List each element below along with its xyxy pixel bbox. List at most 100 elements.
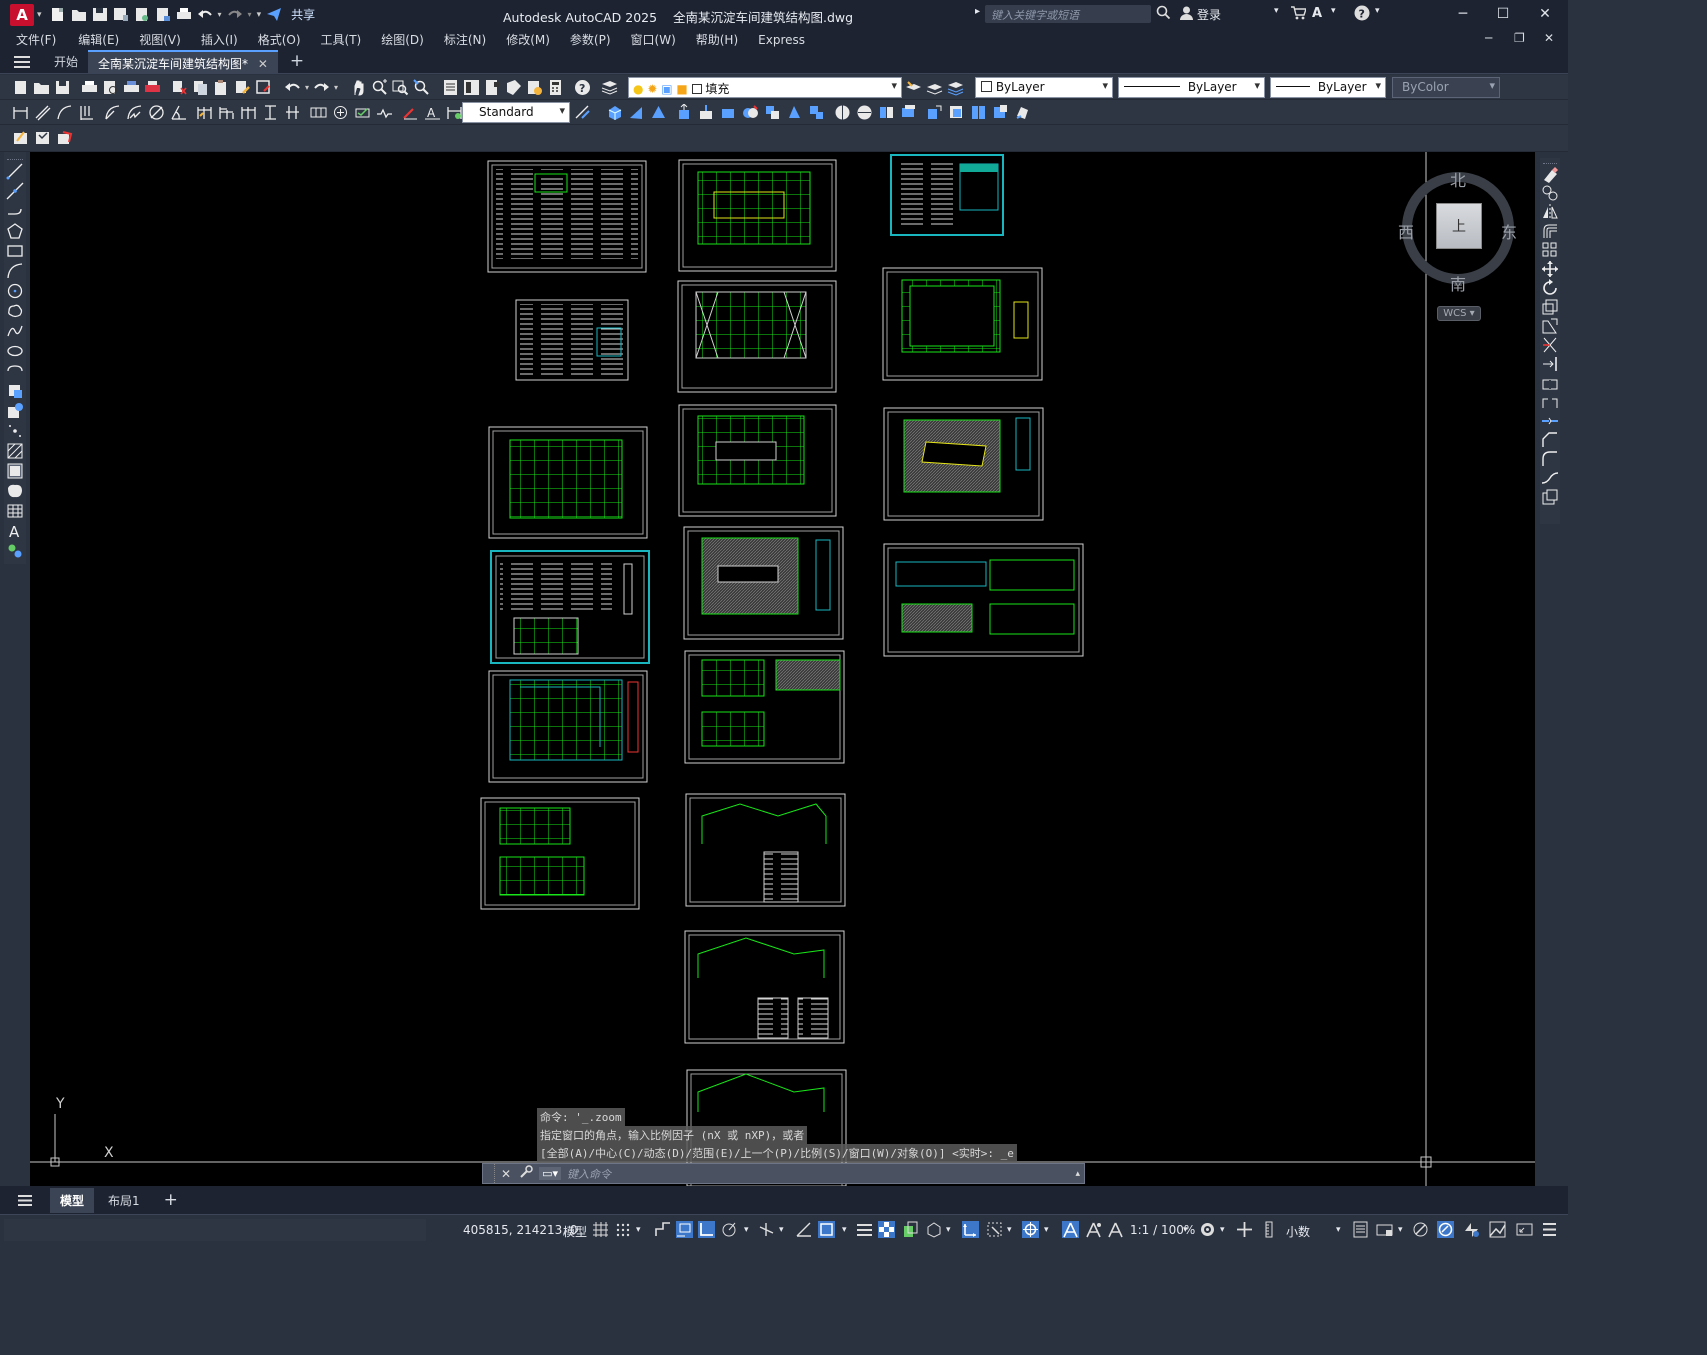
linetype-dropdown[interactable]: ByLayer ▾ bbox=[1118, 77, 1265, 98]
blend-curves-icon[interactable] bbox=[1541, 469, 1559, 487]
sheet-column-layout-plan[interactable] bbox=[488, 670, 648, 783]
clean-screen-icon[interactable] bbox=[1489, 1221, 1506, 1238]
break-at-point-icon[interactable] bbox=[1541, 374, 1559, 392]
share-label[interactable]: 共享 bbox=[291, 6, 315, 23]
selection-cycling-icon[interactable] bbox=[902, 1221, 919, 1238]
arc-length-icon[interactable] bbox=[56, 104, 73, 121]
block-attribute-manager-icon[interactable] bbox=[34, 129, 51, 146]
layer-lock-icon[interactable]: ■ bbox=[676, 82, 687, 96]
subtract-icon[interactable] bbox=[764, 104, 781, 121]
match-properties-icon[interactable] bbox=[234, 79, 251, 96]
search-expand-icon[interactable]: ▸ bbox=[975, 6, 980, 17]
sheet-floor-plan[interactable] bbox=[678, 159, 837, 272]
layer-sun-icon[interactable]: ✹ bbox=[647, 82, 657, 96]
wedge-icon[interactable] bbox=[628, 104, 645, 121]
menu-dimension[interactable]: 标注(N) bbox=[444, 31, 486, 48]
menu-tools[interactable]: 工具(T) bbox=[321, 31, 362, 48]
isolate-objects-icon[interactable] bbox=[1412, 1221, 1429, 1238]
layer-previous-icon[interactable] bbox=[926, 79, 943, 96]
rectangle-icon[interactable] bbox=[6, 242, 24, 260]
annotation-scale-icon[interactable] bbox=[1107, 1221, 1124, 1238]
add-selected-icon[interactable] bbox=[6, 542, 24, 560]
extend-icon[interactable] bbox=[1541, 355, 1559, 373]
save-icon[interactable] bbox=[92, 7, 108, 22]
annotation-scale-dropdown-icon[interactable]: ▾ bbox=[1183, 1225, 1188, 1235]
lineweight-dropdown-arrow-icon[interactable]: ▾ bbox=[1375, 79, 1381, 92]
help-dropdown-icon[interactable]: ▾ bbox=[1375, 6, 1380, 16]
shell-icon[interactable] bbox=[970, 104, 987, 121]
section-plane-icon[interactable] bbox=[834, 104, 851, 121]
help-icon[interactable]: ? bbox=[1354, 5, 1370, 24]
login-button[interactable]: 登录 bbox=[1197, 6, 1221, 23]
trim-icon[interactable] bbox=[1541, 336, 1559, 354]
revolve-icon[interactable] bbox=[856, 104, 873, 121]
stretch-icon[interactable] bbox=[1541, 317, 1559, 335]
tab-start[interactable]: 开始 bbox=[44, 50, 88, 73]
continue-dimension-icon[interactable] bbox=[240, 104, 257, 121]
layer-freeze-icon[interactable]: ▣ bbox=[661, 82, 672, 96]
plot-icon[interactable] bbox=[176, 7, 192, 22]
autodesk-account-icon[interactable]: A bbox=[1312, 6, 1322, 21]
undo-toolbar-dropdown-icon[interactable]: ▾ bbox=[305, 79, 309, 96]
command-close-icon[interactable]: ✕ bbox=[501, 1167, 511, 1181]
plot-preview-icon[interactable] bbox=[102, 79, 119, 96]
customization-menu-icon[interactable] bbox=[1541, 1221, 1558, 1238]
extrude-icon[interactable] bbox=[676, 103, 693, 121]
snap-mode-icon[interactable] bbox=[614, 1221, 631, 1238]
menubar-close-icon[interactable]: ✕ bbox=[1544, 31, 1554, 45]
dynamic-ucs-icon[interactable] bbox=[962, 1221, 979, 1238]
separate-icon[interactable] bbox=[992, 104, 1009, 121]
markup-set-manager-icon[interactable] bbox=[526, 79, 543, 96]
color-dropdown-arrow-icon[interactable]: ▾ bbox=[1102, 79, 1108, 92]
properties-icon[interactable] bbox=[442, 79, 459, 96]
close-window-button[interactable]: ✕ bbox=[1536, 6, 1554, 22]
sheet-general-notes-1[interactable] bbox=[487, 160, 647, 273]
menu-draw[interactable]: 绘图(D) bbox=[381, 31, 424, 48]
array-icon[interactable] bbox=[1541, 241, 1559, 259]
help-toolbar-icon[interactable]: ? bbox=[574, 79, 591, 96]
menu-edit[interactable]: 编辑(E) bbox=[78, 31, 119, 48]
angular-dimension-icon[interactable] bbox=[170, 104, 187, 121]
jogged-linear-icon[interactable] bbox=[376, 104, 393, 121]
isodraft-dropdown-icon[interactable]: ▾ bbox=[779, 1225, 784, 1235]
grid-display-icon[interactable] bbox=[592, 1221, 609, 1238]
interfere-icon[interactable] bbox=[926, 104, 943, 121]
make-block-icon[interactable] bbox=[6, 402, 24, 420]
explode-icon[interactable] bbox=[1541, 488, 1559, 506]
quickcalc-icon[interactable] bbox=[547, 79, 564, 96]
add-layout-button[interactable]: + bbox=[154, 1186, 188, 1214]
scale-icon[interactable] bbox=[1541, 298, 1559, 316]
menu-format[interactable]: 格式(O) bbox=[258, 31, 301, 48]
selection-filter-dropdown-icon[interactable]: ▾ bbox=[1007, 1225, 1012, 1235]
menubar-minimize-icon[interactable]: ─ bbox=[1485, 31, 1492, 45]
dimension-style-dropdown-arrow-icon[interactable]: ▾ bbox=[559, 104, 565, 117]
move-icon[interactable] bbox=[1541, 260, 1559, 278]
sheet-general-notes-2[interactable] bbox=[515, 299, 629, 381]
annotation-visibility-icon[interactable] bbox=[1062, 1221, 1079, 1238]
transparency-icon[interactable] bbox=[878, 1221, 895, 1238]
menubar-restore-icon[interactable]: ❐ bbox=[1514, 31, 1525, 45]
new-icon[interactable] bbox=[12, 79, 29, 96]
lock-ui-icon[interactable] bbox=[1376, 1221, 1393, 1238]
tool-palettes-icon[interactable] bbox=[484, 79, 501, 96]
search-icon[interactable] bbox=[1156, 5, 1171, 23]
graphics-performance-icon[interactable] bbox=[1437, 1221, 1454, 1238]
save-toolbar-icon[interactable] bbox=[54, 79, 71, 96]
solid-edit-icon[interactable] bbox=[948, 104, 965, 121]
gizmo-dropdown-icon[interactable]: ▾ bbox=[1044, 1225, 1049, 1235]
sheet-roof-framing-plan[interactable] bbox=[678, 404, 837, 517]
sheet-structural-notes-table[interactable] bbox=[490, 550, 650, 664]
sheet-design-notes-cyan[interactable] bbox=[890, 154, 1004, 236]
layer-properties-icon[interactable] bbox=[601, 79, 618, 96]
linear-dimension-icon[interactable] bbox=[12, 104, 29, 121]
minimize-window-button[interactable]: ─ bbox=[1454, 6, 1472, 22]
object-snap-tracking-icon[interactable] bbox=[795, 1221, 812, 1238]
polygon-icon[interactable] bbox=[6, 222, 24, 240]
viewcube-top-face[interactable]: 上 bbox=[1436, 203, 1482, 249]
presspull-icon[interactable] bbox=[698, 104, 715, 121]
fullscreen-icon[interactable] bbox=[1516, 1221, 1533, 1238]
edit-attribute-icon[interactable] bbox=[12, 129, 29, 146]
maximize-window-button[interactable]: ☐ bbox=[1494, 6, 1512, 22]
redo-toolbar-dropdown-icon[interactable]: ▾ bbox=[334, 79, 338, 96]
command-customize-icon[interactable] bbox=[519, 1165, 533, 1182]
